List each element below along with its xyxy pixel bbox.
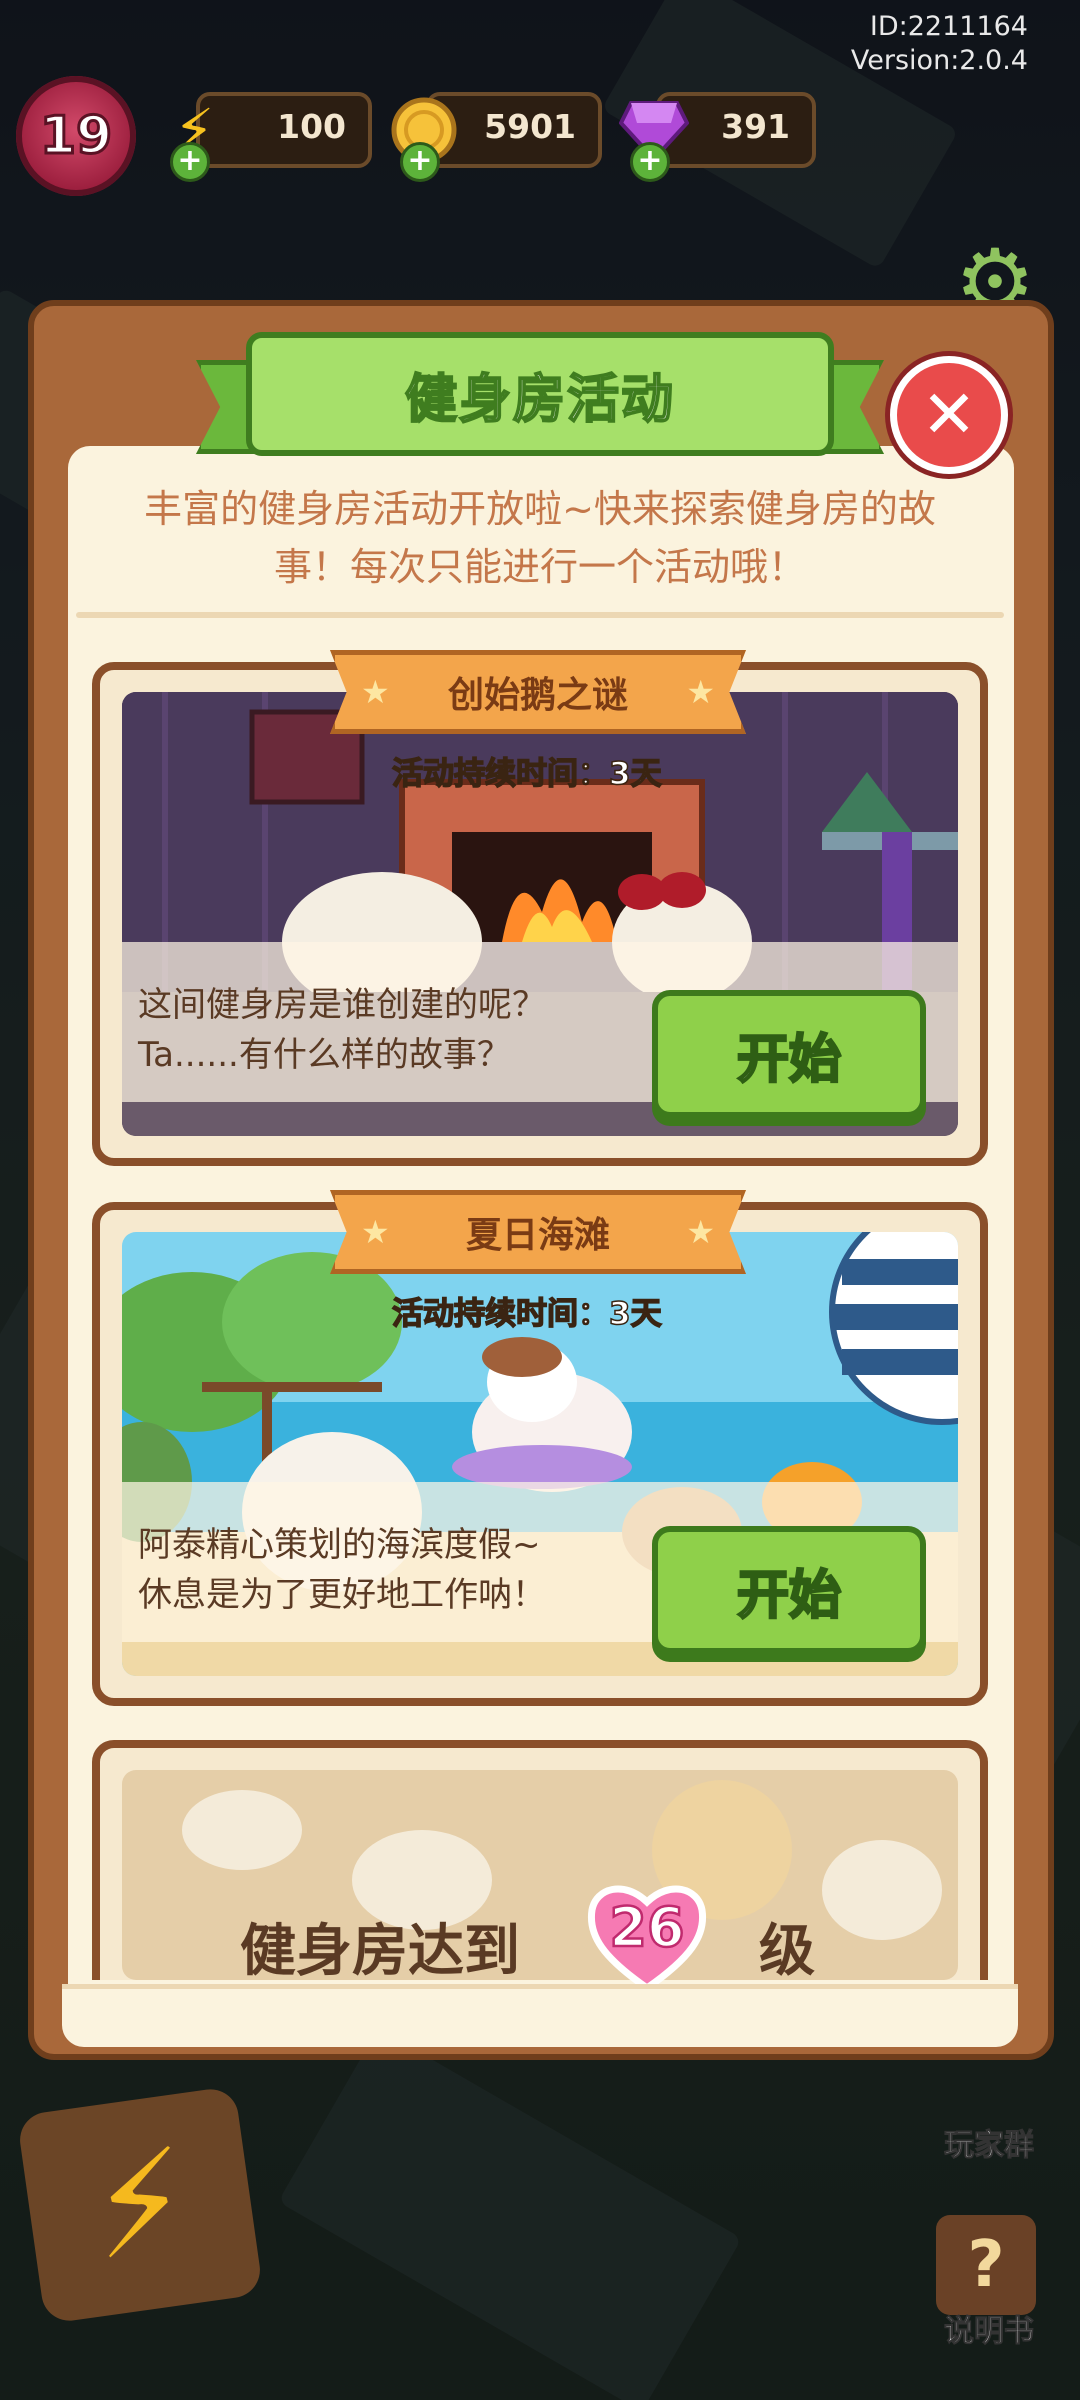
- required-level: 26: [608, 1895, 686, 1961]
- dialog-title-banner: 健身房活动: [196, 332, 884, 456]
- event-name: 创始鹅之谜: [447, 675, 628, 716]
- event-duration: 活动持续时间：3天: [391, 1295, 662, 1333]
- title-plate: 健身房活动: [246, 332, 834, 456]
- energy-counter[interactable]: ⚡ + 100: [170, 92, 372, 182]
- event-duration: 活动持续时间：3天: [391, 755, 662, 793]
- dialog-bottom-lip: [62, 1984, 1018, 2047]
- manual-book-icon[interactable]: ?: [936, 2215, 1036, 2315]
- coin-counter[interactable]: + 5901: [391, 92, 602, 182]
- event-card-beach[interactable]: 阿泰精心策划的海滨度假~ 休息是为了更好地工作呐！ 开始: [92, 1202, 988, 1706]
- build-info: ID:2211164 Version:2.0.4: [851, 10, 1028, 78]
- lightning-icon: ⚡: [79, 2117, 201, 2293]
- player-level: 19: [38, 105, 113, 168]
- gem-value: 391: [721, 107, 790, 146]
- start-button-label: 开始: [736, 1564, 843, 1627]
- event-desc-line-1: 这间健身房是谁创建的呢？: [138, 985, 546, 1025]
- event-desc-line-2: 休息是为了更好地工作呐！: [138, 1575, 546, 1615]
- event-description: 这间健身房是谁创建的呢？ Ta......有什么样的故事？: [138, 980, 546, 1080]
- star-icon: ★: [361, 1213, 390, 1251]
- locked-suffix: 级: [759, 1919, 815, 1984]
- add-gems-button[interactable]: +: [630, 142, 670, 182]
- close-icon: ✕: [921, 376, 977, 453]
- divider: [76, 612, 1004, 618]
- event-description: 阿泰精心策划的海滨度假~ 休息是为了更好地工作呐！: [138, 1520, 546, 1620]
- start-button-label: 开始: [736, 1028, 843, 1091]
- event-name: 夏日海滩: [465, 1215, 610, 1256]
- energy-action-button[interactable]: ⚡: [16, 2085, 264, 2325]
- star-icon: ★: [686, 673, 715, 711]
- energy-value: 100: [277, 107, 346, 146]
- player-group-label[interactable]: 玩家群: [944, 2120, 1035, 2164]
- dialog-intro: 丰富的健身房活动开放啦~快来探索健身房的故 事！每次只能进行一个活动哦！: [100, 480, 980, 596]
- add-coins-button[interactable]: +: [400, 142, 440, 182]
- player-id: ID:2211164: [869, 11, 1028, 42]
- coin-value: 5901: [484, 107, 576, 146]
- locked-prefix: 健身房达到: [240, 1919, 520, 1984]
- start-button[interactable]: 开始: [652, 1526, 926, 1654]
- locked-requirement: 健身房达到 级: [240, 1906, 815, 1987]
- intro-line-2: 事！每次只能进行一个活动哦！: [273, 545, 806, 589]
- close-button[interactable]: ✕: [890, 356, 1008, 474]
- star-icon: ★: [686, 1213, 715, 1251]
- event-label-beach: ★ 夏日海滩 ★: [330, 1190, 746, 1274]
- version-label: Version:2.0.4: [850, 45, 1028, 76]
- add-energy-button[interactable]: +: [170, 142, 210, 182]
- event-card-founder[interactable]: 这间健身房是谁创建的呢？ Ta......有什么样的故事？ 开始: [92, 662, 988, 1166]
- dialog-title: 健身房活动: [404, 369, 675, 431]
- player-level-badge[interactable]: 19: [16, 76, 136, 196]
- event-desc-line-2: Ta......有什么样的故事？: [138, 1035, 511, 1075]
- gem-counter[interactable]: + 391: [619, 92, 816, 182]
- star-icon: ★: [361, 673, 390, 711]
- start-button[interactable]: 开始: [652, 990, 926, 1118]
- event-desc-line-1: 阿泰精心策划的海滨度假~: [138, 1525, 541, 1565]
- event-label-founder: ★ 创始鹅之谜 ★: [330, 650, 746, 734]
- intro-line-1: 丰富的健身房活动开放啦~快来探索健身房的故: [144, 487, 936, 531]
- manual-label[interactable]: 说明书: [944, 2306, 1035, 2350]
